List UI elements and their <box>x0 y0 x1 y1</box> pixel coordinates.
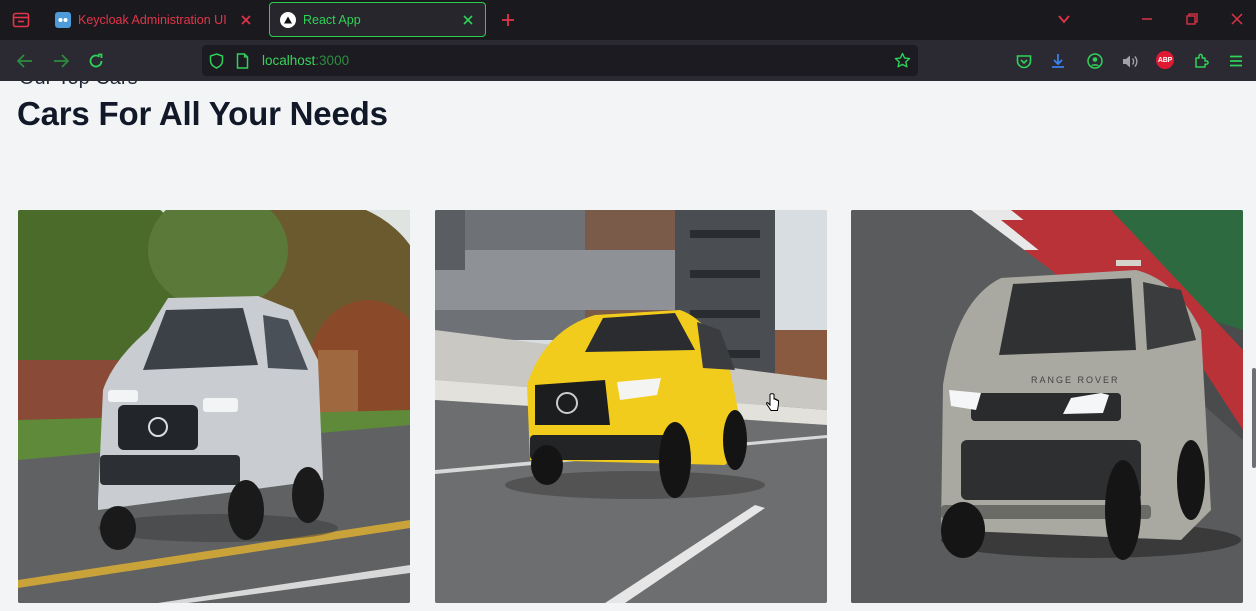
extensions-icon[interactable] <box>1191 51 1211 71</box>
volume-icon[interactable] <box>1120 51 1140 71</box>
tab-react-app[interactable]: React App <box>269 2 486 37</box>
url-text: localhost:3000 <box>262 53 349 68</box>
tab-keycloak[interactable]: Keycloak Administration UI <box>45 2 263 37</box>
car-image: RANGE ROVER <box>851 210 1243 603</box>
adblock-plus-icon[interactable]: ABP <box>1156 51 1174 69</box>
minimize-icon[interactable] <box>1138 10 1156 28</box>
page-info-icon[interactable] <box>234 52 251 69</box>
close-window-icon[interactable] <box>1228 10 1246 28</box>
forward-icon[interactable] <box>51 51 71 71</box>
page-viewport: Our Top Cars Cars For All Your Needs <box>0 81 1256 611</box>
url-bar[interactable]: localhost:3000 <box>202 45 918 76</box>
url-port: :3000 <box>315 53 350 68</box>
adblock-label: ABP <box>1157 56 1173 64</box>
page-heading: Cars For All Your Needs <box>17 95 388 132</box>
keycloak-icon <box>55 11 71 28</box>
react-app-icon <box>280 11 296 28</box>
bookmark-star-icon[interactable] <box>894 52 911 69</box>
menu-icon[interactable] <box>1226 51 1246 71</box>
list-all-tabs-icon[interactable] <box>1055 10 1073 28</box>
new-tab-icon[interactable] <box>497 9 519 31</box>
car-card-silver-suv[interactable] <box>18 210 410 603</box>
section-subtitle: Our Top Cars <box>19 81 138 90</box>
account-icon[interactable] <box>1085 51 1105 71</box>
pocket-icon[interactable] <box>1014 51 1034 71</box>
reload-icon[interactable] <box>86 51 106 71</box>
tracking-protection-shield-icon[interactable] <box>208 52 225 69</box>
tab-title: React App <box>303 12 361 27</box>
url-host: localhost <box>262 53 316 68</box>
tab-strip: Keycloak Administration UI React App <box>0 0 1256 40</box>
restore-icon[interactable] <box>1183 10 1201 28</box>
back-icon[interactable] <box>15 51 35 71</box>
scrollbar-thumb[interactable] <box>1252 368 1256 468</box>
svg-text:RANGE ROVER: RANGE ROVER <box>1031 375 1120 385</box>
car-image <box>18 210 410 603</box>
tab-title: Keycloak Administration UI <box>78 12 227 27</box>
firefox-view-icon[interactable] <box>9 8 33 32</box>
navigation-toolbar: localhost:3000 ABP <box>0 40 1256 81</box>
close-tab-icon[interactable] <box>239 13 253 27</box>
hand-cursor-icon <box>766 393 780 418</box>
download-icon[interactable] <box>1048 51 1068 71</box>
close-tab-icon[interactable] <box>461 13 475 27</box>
car-card-grey-range-rover[interactable]: RANGE ROVER <box>851 210 1243 603</box>
